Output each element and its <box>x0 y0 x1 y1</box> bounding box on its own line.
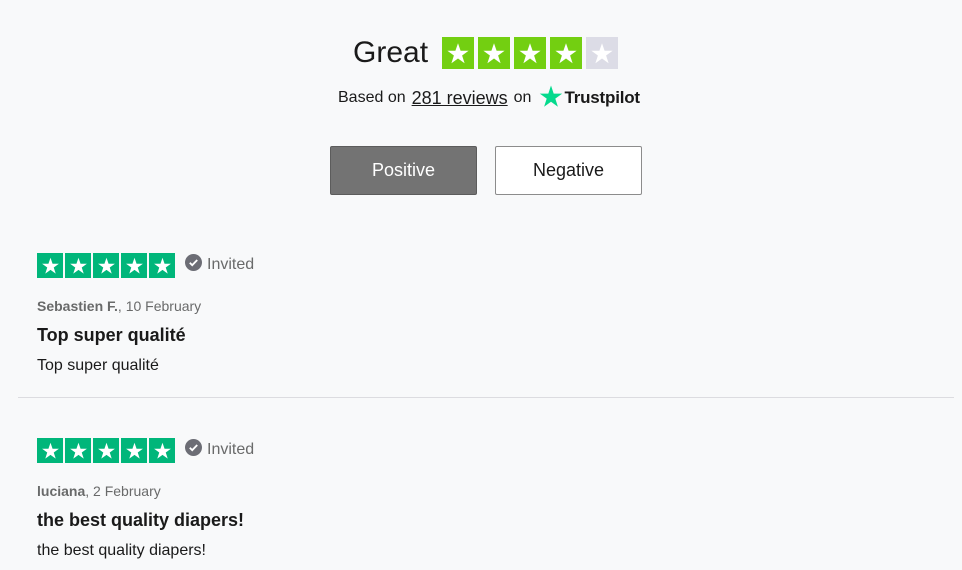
review-author: luciana <box>37 483 86 499</box>
review-divider <box>18 397 954 398</box>
star-filled-icon <box>37 252 63 278</box>
star-filled-icon <box>121 437 147 463</box>
review-card: Invited luciana, 2 February the best qua… <box>37 437 937 560</box>
review-stars <box>37 252 177 278</box>
invited-badge: Invited <box>185 254 254 276</box>
star-filled-icon <box>149 437 175 463</box>
star-filled-icon <box>93 252 119 278</box>
invited-badge: Invited <box>185 439 254 461</box>
review-rating-row: Invited <box>37 252 937 278</box>
star-empty-icon <box>586 37 619 69</box>
review-date: 10 February <box>125 298 202 314</box>
trustpilot-star-icon <box>539 84 564 113</box>
star-filled-icon <box>442 37 475 69</box>
review-title: the best quality diapers! <box>37 510 245 530</box>
star-filled-icon <box>93 437 119 463</box>
star-filled-icon <box>478 37 511 69</box>
star-filled-icon <box>550 37 583 69</box>
summary-stars <box>442 37 622 69</box>
review-author-line: Sebastien F., 10 February <box>37 298 937 316</box>
author-date-separator: , <box>85 483 94 499</box>
reviews-count-link[interactable]: 281 reviews <box>412 88 508 109</box>
on-text: on <box>513 89 532 106</box>
star-filled-icon <box>121 252 147 278</box>
review-author-line: luciana, 2 February <box>37 483 937 501</box>
review-title: Top super qualité <box>37 325 186 345</box>
based-on-text: Based on <box>338 89 406 106</box>
based-on-line: Based on 281 reviews on Trustpilot <box>338 84 640 112</box>
check-circle-icon <box>185 254 207 276</box>
review-author: Sebastien F. <box>37 298 118 314</box>
star-filled-icon <box>65 252 91 278</box>
trustpilot-logo[interactable]: Trustpilot <box>539 84 640 113</box>
review-body: Top super qualité <box>37 357 159 374</box>
star-filled-icon <box>149 252 175 278</box>
positive-filter-button[interactable]: Positive <box>330 146 477 195</box>
review-body: the best quality diapers! <box>37 542 206 559</box>
review-rating-row: Invited <box>37 437 937 463</box>
review-date: 2 February <box>93 483 161 499</box>
author-date-separator: , <box>117 298 126 314</box>
check-circle-icon <box>185 439 207 461</box>
review-card: Invited Sebastien F., 10 February Top su… <box>37 252 937 375</box>
trustpilot-brand-name: Trustpilot <box>564 88 640 107</box>
invited-label: Invited <box>207 441 255 458</box>
star-filled-icon <box>514 37 547 69</box>
star-filled-icon <box>65 437 91 463</box>
invited-label: Invited <box>207 256 255 273</box>
rating-row: Great <box>353 36 622 70</box>
rating-word: Great <box>353 36 429 69</box>
review-stars <box>37 437 177 463</box>
negative-filter-button[interactable]: Negative <box>495 146 642 195</box>
star-filled-icon <box>37 437 63 463</box>
